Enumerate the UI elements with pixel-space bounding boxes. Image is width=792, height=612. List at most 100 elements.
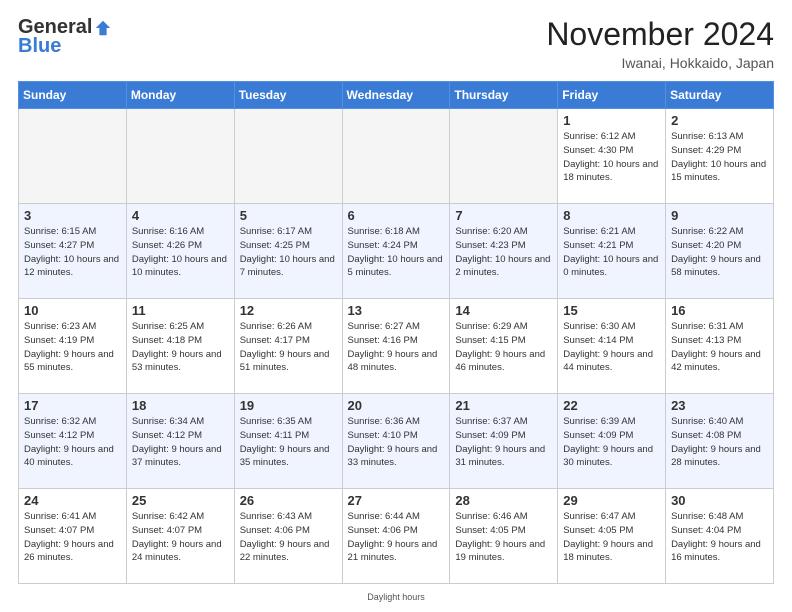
- day-cell-2-4: 6 Sunrise: 6:18 AM Sunset: 4:24 PM Dayli…: [342, 204, 450, 299]
- day-cell-5-5: 28 Sunrise: 6:46 AM Sunset: 4:05 PM Dayl…: [450, 489, 558, 584]
- day-cell-1-2: [126, 109, 234, 204]
- day-info: Sunrise: 6:16 AM Sunset: 4:26 PM Dayligh…: [132, 225, 229, 280]
- day-info: Sunrise: 6:17 AM Sunset: 4:25 PM Dayligh…: [240, 225, 337, 280]
- col-sunday: Sunday: [19, 82, 127, 109]
- day-info: Sunrise: 6:48 AM Sunset: 4:04 PM Dayligh…: [671, 510, 768, 565]
- day-info: Sunrise: 6:32 AM Sunset: 4:12 PM Dayligh…: [24, 415, 121, 470]
- day-info: Sunrise: 6:39 AM Sunset: 4:09 PM Dayligh…: [563, 415, 660, 470]
- day-number: 14: [455, 303, 552, 318]
- day-number: 4: [132, 208, 229, 223]
- day-cell-3-1: 10 Sunrise: 6:23 AM Sunset: 4:19 PM Dayl…: [19, 299, 127, 394]
- day-number: 20: [348, 398, 445, 413]
- day-info: Sunrise: 6:18 AM Sunset: 4:24 PM Dayligh…: [348, 225, 445, 280]
- day-number: 23: [671, 398, 768, 413]
- day-number: 18: [132, 398, 229, 413]
- day-cell-1-5: [450, 109, 558, 204]
- day-cell-5-7: 30 Sunrise: 6:48 AM Sunset: 4:04 PM Dayl…: [666, 489, 774, 584]
- day-cell-2-5: 7 Sunrise: 6:20 AM Sunset: 4:23 PM Dayli…: [450, 204, 558, 299]
- day-cell-2-6: 8 Sunrise: 6:21 AM Sunset: 4:21 PM Dayli…: [558, 204, 666, 299]
- location: Iwanai, Hokkaido, Japan: [546, 55, 774, 71]
- week-row-5: 24 Sunrise: 6:41 AM Sunset: 4:07 PM Dayl…: [19, 489, 774, 584]
- day-info: Sunrise: 6:40 AM Sunset: 4:08 PM Dayligh…: [671, 415, 768, 470]
- day-cell-1-3: [234, 109, 342, 204]
- logo-blue-text: Blue: [18, 35, 61, 58]
- day-cell-5-1: 24 Sunrise: 6:41 AM Sunset: 4:07 PM Dayl…: [19, 489, 127, 584]
- day-info: Sunrise: 6:46 AM Sunset: 4:05 PM Dayligh…: [455, 510, 552, 565]
- daylight-label: Daylight hours: [18, 592, 774, 602]
- day-number: 16: [671, 303, 768, 318]
- day-number: 22: [563, 398, 660, 413]
- day-number: 19: [240, 398, 337, 413]
- day-info: Sunrise: 6:44 AM Sunset: 4:06 PM Dayligh…: [348, 510, 445, 565]
- day-cell-2-3: 5 Sunrise: 6:17 AM Sunset: 4:25 PM Dayli…: [234, 204, 342, 299]
- day-number: 27: [348, 493, 445, 508]
- day-info: Sunrise: 6:15 AM Sunset: 4:27 PM Dayligh…: [24, 225, 121, 280]
- day-cell-4-4: 20 Sunrise: 6:36 AM Sunset: 4:10 PM Dayl…: [342, 394, 450, 489]
- day-cell-3-7: 16 Sunrise: 6:31 AM Sunset: 4:13 PM Dayl…: [666, 299, 774, 394]
- day-info: Sunrise: 6:37 AM Sunset: 4:09 PM Dayligh…: [455, 415, 552, 470]
- day-info: Sunrise: 6:27 AM Sunset: 4:16 PM Dayligh…: [348, 320, 445, 375]
- day-number: 3: [24, 208, 121, 223]
- day-cell-3-2: 11 Sunrise: 6:25 AM Sunset: 4:18 PM Dayl…: [126, 299, 234, 394]
- day-info: Sunrise: 6:42 AM Sunset: 4:07 PM Dayligh…: [132, 510, 229, 565]
- day-number: 9: [671, 208, 768, 223]
- calendar-header-row: Sunday Monday Tuesday Wednesday Thursday…: [19, 82, 774, 109]
- day-info: Sunrise: 6:31 AM Sunset: 4:13 PM Dayligh…: [671, 320, 768, 375]
- header: General Blue November 2024 Iwanai, Hokka…: [18, 16, 774, 71]
- day-cell-4-2: 18 Sunrise: 6:34 AM Sunset: 4:12 PM Dayl…: [126, 394, 234, 489]
- logo: General Blue: [18, 16, 112, 58]
- day-cell-3-6: 15 Sunrise: 6:30 AM Sunset: 4:14 PM Dayl…: [558, 299, 666, 394]
- day-number: 15: [563, 303, 660, 318]
- week-row-2: 3 Sunrise: 6:15 AM Sunset: 4:27 PM Dayli…: [19, 204, 774, 299]
- day-info: Sunrise: 6:47 AM Sunset: 4:05 PM Dayligh…: [563, 510, 660, 565]
- day-cell-1-7: 2 Sunrise: 6:13 AM Sunset: 4:29 PM Dayli…: [666, 109, 774, 204]
- day-info: Sunrise: 6:20 AM Sunset: 4:23 PM Dayligh…: [455, 225, 552, 280]
- day-number: 5: [240, 208, 337, 223]
- day-number: 13: [348, 303, 445, 318]
- day-number: 17: [24, 398, 121, 413]
- day-number: 7: [455, 208, 552, 223]
- day-cell-4-5: 21 Sunrise: 6:37 AM Sunset: 4:09 PM Dayl…: [450, 394, 558, 489]
- day-cell-3-5: 14 Sunrise: 6:29 AM Sunset: 4:15 PM Dayl…: [450, 299, 558, 394]
- month-title: November 2024: [546, 16, 774, 53]
- day-cell-5-6: 29 Sunrise: 6:47 AM Sunset: 4:05 PM Dayl…: [558, 489, 666, 584]
- day-info: Sunrise: 6:43 AM Sunset: 4:06 PM Dayligh…: [240, 510, 337, 565]
- col-friday: Friday: [558, 82, 666, 109]
- day-info: Sunrise: 6:25 AM Sunset: 4:18 PM Dayligh…: [132, 320, 229, 375]
- day-cell-1-4: [342, 109, 450, 204]
- col-saturday: Saturday: [666, 82, 774, 109]
- day-cell-1-1: [19, 109, 127, 204]
- day-number: 21: [455, 398, 552, 413]
- day-info: Sunrise: 6:23 AM Sunset: 4:19 PM Dayligh…: [24, 320, 121, 375]
- day-number: 12: [240, 303, 337, 318]
- calendar-page: General Blue November 2024 Iwanai, Hokka…: [0, 0, 792, 612]
- week-row-4: 17 Sunrise: 6:32 AM Sunset: 4:12 PM Dayl…: [19, 394, 774, 489]
- col-tuesday: Tuesday: [234, 82, 342, 109]
- day-cell-5-4: 27 Sunrise: 6:44 AM Sunset: 4:06 PM Dayl…: [342, 489, 450, 584]
- day-info: Sunrise: 6:13 AM Sunset: 4:29 PM Dayligh…: [671, 130, 768, 185]
- day-info: Sunrise: 6:41 AM Sunset: 4:07 PM Dayligh…: [24, 510, 121, 565]
- col-thursday: Thursday: [450, 82, 558, 109]
- day-cell-4-7: 23 Sunrise: 6:40 AM Sunset: 4:08 PM Dayl…: [666, 394, 774, 489]
- day-number: 11: [132, 303, 229, 318]
- day-number: 1: [563, 113, 660, 128]
- day-info: Sunrise: 6:36 AM Sunset: 4:10 PM Dayligh…: [348, 415, 445, 470]
- day-cell-3-4: 13 Sunrise: 6:27 AM Sunset: 4:16 PM Dayl…: [342, 299, 450, 394]
- day-number: 28: [455, 493, 552, 508]
- day-info: Sunrise: 6:30 AM Sunset: 4:14 PM Dayligh…: [563, 320, 660, 375]
- day-cell-4-3: 19 Sunrise: 6:35 AM Sunset: 4:11 PM Dayl…: [234, 394, 342, 489]
- day-number: 30: [671, 493, 768, 508]
- day-number: 25: [132, 493, 229, 508]
- day-info: Sunrise: 6:22 AM Sunset: 4:20 PM Dayligh…: [671, 225, 768, 280]
- day-cell-2-1: 3 Sunrise: 6:15 AM Sunset: 4:27 PM Dayli…: [19, 204, 127, 299]
- day-cell-4-6: 22 Sunrise: 6:39 AM Sunset: 4:09 PM Dayl…: [558, 394, 666, 489]
- day-info: Sunrise: 6:29 AM Sunset: 4:15 PM Dayligh…: [455, 320, 552, 375]
- day-info: Sunrise: 6:12 AM Sunset: 4:30 PM Dayligh…: [563, 130, 660, 185]
- week-row-1: 1 Sunrise: 6:12 AM Sunset: 4:30 PM Dayli…: [19, 109, 774, 204]
- day-number: 10: [24, 303, 121, 318]
- day-cell-2-7: 9 Sunrise: 6:22 AM Sunset: 4:20 PM Dayli…: [666, 204, 774, 299]
- week-row-3: 10 Sunrise: 6:23 AM Sunset: 4:19 PM Dayl…: [19, 299, 774, 394]
- day-cell-5-3: 26 Sunrise: 6:43 AM Sunset: 4:06 PM Dayl…: [234, 489, 342, 584]
- day-cell-3-3: 12 Sunrise: 6:26 AM Sunset: 4:17 PM Dayl…: [234, 299, 342, 394]
- day-info: Sunrise: 6:21 AM Sunset: 4:21 PM Dayligh…: [563, 225, 660, 280]
